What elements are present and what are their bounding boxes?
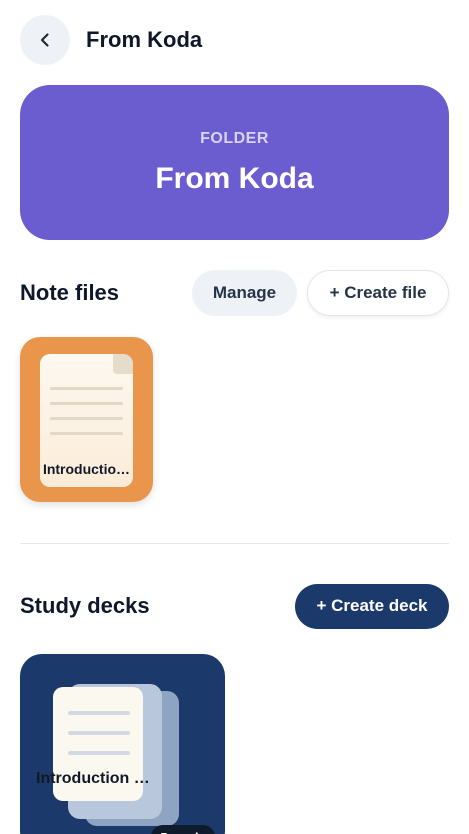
note-files-title: Note files [20,280,120,305]
note-files-header: Note files Manage + Create file [20,270,449,316]
document-line [50,402,123,405]
manage-button[interactable]: Manage [192,270,297,316]
study-deck-label: Introduction … [36,770,150,787]
page-title: From Koda [86,27,203,52]
study-deck-card[interactable]: Introduction … 5 cards [20,654,225,834]
folder-banner: FOLDER From Koda [20,85,449,240]
note-file-label: Introductio… [42,461,131,477]
folder-kicker: FOLDER [200,129,269,147]
flashcard-line [68,751,130,755]
create-deck-button[interactable]: + Create deck [295,583,449,629]
page-header: From Koda [20,15,202,65]
study-decks-header: Study decks + Create deck [20,583,449,629]
card-count-badge: 5 cards [151,825,215,834]
study-decks-title: Study decks [20,593,150,618]
page-corner-fold [113,354,133,374]
flashcard-line [68,731,130,735]
back-button[interactable] [20,15,70,65]
section-divider [20,543,449,544]
note-file-card[interactable]: Introductio… [20,337,153,502]
document-line [50,387,123,390]
flashcard-line [68,711,130,715]
create-file-button[interactable]: + Create file [307,270,449,316]
document-line [50,432,123,435]
chevron-left-icon [40,33,49,47]
folder-name: From Koda [155,161,314,195]
document-line [50,417,123,420]
